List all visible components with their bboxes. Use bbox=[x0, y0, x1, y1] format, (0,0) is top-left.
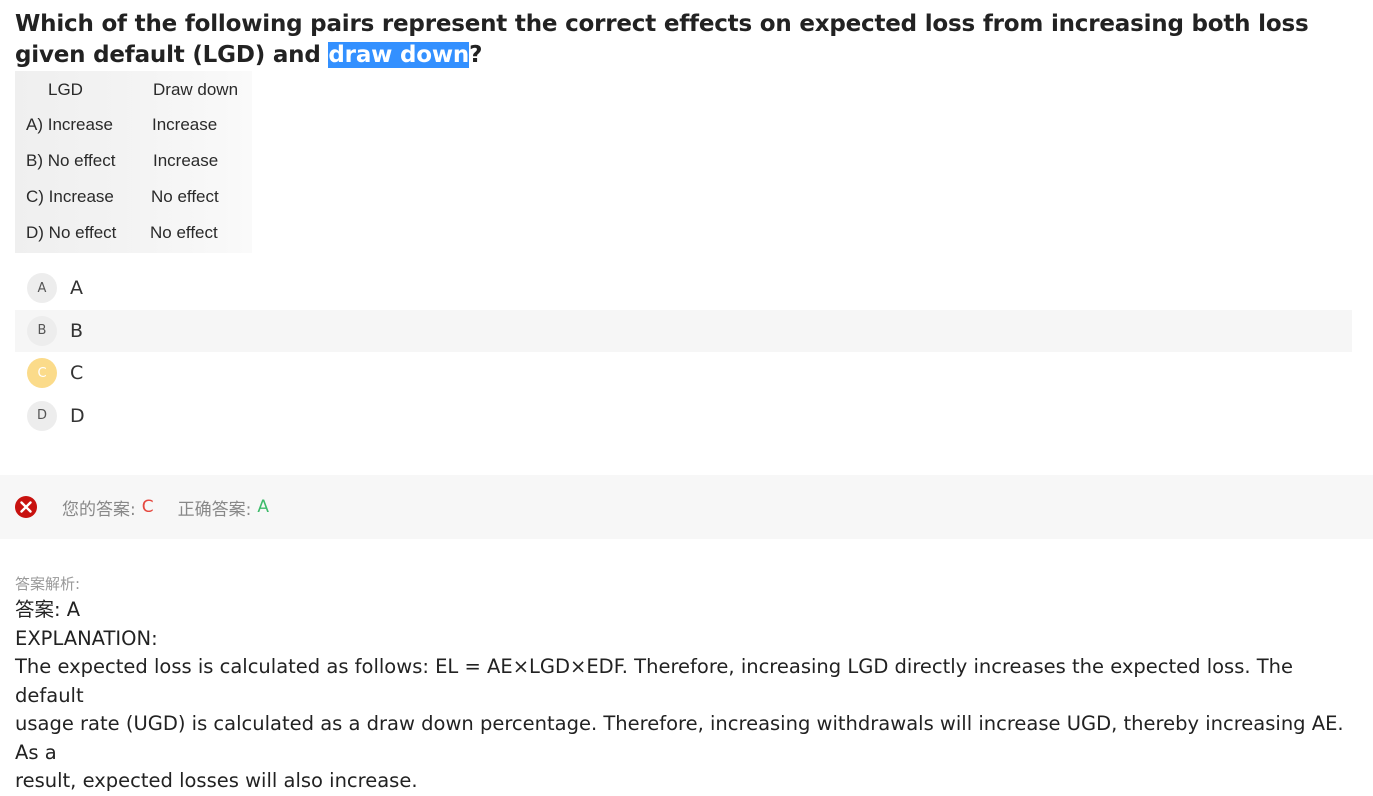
option-badge-selected: C bbox=[27, 358, 57, 389]
answer-result-bar: 您的答案: C 正确答案: A bbox=[0, 475, 1373, 539]
table-cell: A) Increase bbox=[26, 115, 113, 134]
explanation-title: EXPLANATION: bbox=[15, 626, 158, 650]
explanation-line: result, expected losses will also increa… bbox=[15, 769, 418, 792]
explanation-line: usage rate (UGD) is calculated as a draw… bbox=[15, 712, 1344, 764]
table-cell: Increase bbox=[152, 115, 218, 134]
table-cell: No effect bbox=[151, 187, 219, 206]
question-text-end: ? bbox=[469, 42, 483, 68]
analysis-label: 答案解析: bbox=[15, 575, 81, 593]
table-cell: No effect bbox=[150, 223, 218, 242]
selected-text-highlight: draw down bbox=[328, 42, 470, 68]
your-answer-label: 您的答案: bbox=[62, 499, 136, 520]
answer-analysis: 答案解析: 答案: A EXPLANATION: The expected lo… bbox=[15, 572, 1360, 796]
option-label: A bbox=[70, 277, 83, 300]
table-cell: Increase bbox=[153, 151, 219, 170]
option-badge: D bbox=[27, 400, 57, 431]
option-label: B bbox=[70, 319, 84, 342]
your-answer-value: C bbox=[141, 497, 154, 517]
option-label: D bbox=[70, 404, 85, 427]
option-b[interactable]: B B bbox=[15, 309, 1352, 352]
table-header-lgd: LGD bbox=[48, 80, 83, 99]
explanation-line: The expected loss is calculated as follo… bbox=[15, 655, 1294, 707]
option-d[interactable]: D D bbox=[15, 395, 1352, 438]
question-text: Which of the following pairs represent t… bbox=[15, 9, 1355, 71]
option-label: C bbox=[70, 362, 84, 385]
table-cell: B) No effect bbox=[26, 151, 116, 170]
options-table-image: LGD Draw down A) Increase Increase B) No… bbox=[15, 71, 252, 253]
option-a[interactable]: A A bbox=[15, 267, 1352, 310]
option-badge: A bbox=[27, 273, 57, 304]
wrong-answer-icon bbox=[15, 496, 37, 518]
table-header-draw-down: Draw down bbox=[153, 80, 239, 99]
option-badge: B bbox=[27, 315, 57, 346]
table-cell: D) No effect bbox=[26, 223, 117, 242]
analysis-answer: 答案: A bbox=[15, 598, 81, 621]
correct-answer-label: 正确答案: bbox=[177, 499, 252, 520]
answer-options: A A B B C C D D bbox=[15, 267, 1352, 437]
option-c[interactable]: C C bbox=[15, 352, 1352, 395]
table-cell: C) Increase bbox=[26, 187, 114, 206]
correct-answer-value: A bbox=[257, 497, 269, 517]
question-text-part: Which of the following pairs represent t… bbox=[15, 11, 1309, 68]
